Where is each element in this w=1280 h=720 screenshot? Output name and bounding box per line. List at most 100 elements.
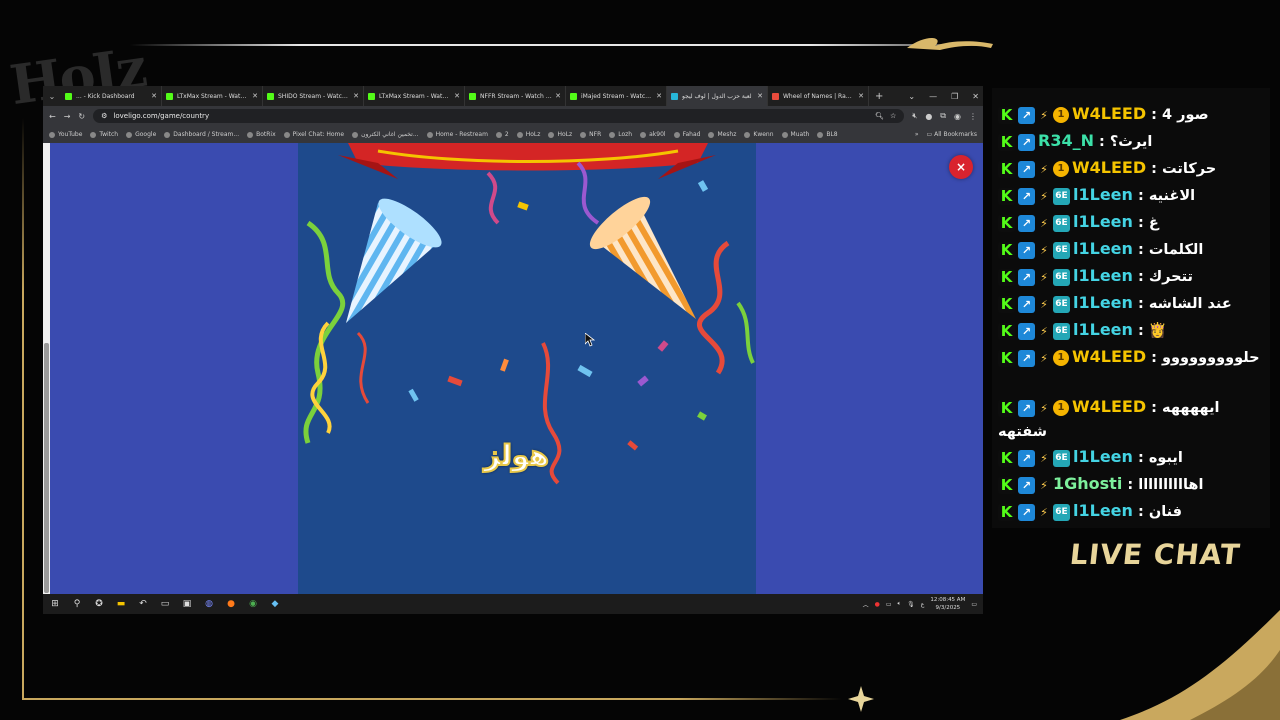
chat-username[interactable]: R34_N [1038, 131, 1094, 150]
bookmark-item[interactable]: HoLz [548, 131, 572, 138]
more-bookmarks-icon[interactable]: » [915, 131, 919, 138]
chat-text: الاغنيه [1148, 188, 1196, 204]
windows-start-icon[interactable]: ⊞ [49, 598, 61, 610]
steam-icon[interactable]: ✪ [93, 598, 105, 610]
chat-text: ايبوه [1148, 450, 1183, 466]
minimize-button[interactable]: — [929, 92, 937, 101]
bookmark-item[interactable]: Lozh [609, 131, 632, 138]
tab-close-icon[interactable]: ✕ [151, 92, 157, 100]
tab-close-icon[interactable]: ✕ [858, 92, 864, 100]
chat-username[interactable]: W4LEED [1072, 158, 1146, 177]
browser-tab[interactable]: لعبة حزب الدول | لوف ليجو ✕ [667, 86, 768, 106]
menu-icon[interactable]: ⋮ [969, 112, 977, 121]
mic-icon[interactable]: 🎙︎ [907, 601, 915, 608]
tab-close-icon[interactable]: ✕ [656, 92, 662, 100]
tab-close-icon[interactable]: ✕ [454, 92, 460, 100]
chat-username[interactable]: l1Leen [1073, 501, 1133, 520]
browser-tab[interactable]: NFFR Stream - Watch Live ✕ [465, 86, 566, 106]
bookmark-item[interactable]: Dashboard / Stream... [164, 131, 239, 138]
extensions-puzzle-icon[interactable]: ⧉ [940, 111, 946, 121]
chat-username[interactable]: l1Leen [1073, 212, 1133, 231]
chat-username[interactable]: l1Leen [1073, 185, 1133, 204]
chat-username[interactable]: l1Leen [1073, 239, 1133, 258]
system-clock[interactable]: 12:08:45 AM 9/3/2025 [930, 596, 965, 612]
zoom-icon[interactable]: 🔍︎ [875, 112, 884, 120]
chat-username[interactable]: l1Leen [1073, 447, 1133, 466]
new-tab-button[interactable]: + [875, 91, 883, 102]
chat-username[interactable]: W4LEED [1072, 104, 1146, 123]
browser-tab[interactable]: iMajed Stream - Watch Li ✕ [566, 86, 667, 106]
chat-separator: : [1132, 296, 1149, 312]
bookmark-item[interactable]: BotRix [247, 131, 276, 138]
extension-icon[interactable]: ● [925, 112, 932, 121]
volume-icon[interactable]: 🔈︎ [898, 600, 902, 608]
close-button[interactable]: × [949, 155, 973, 179]
bookmark-item[interactable]: Muath [781, 131, 809, 138]
terminal-icon[interactable]: ▭ [159, 598, 171, 610]
scrollbar-thumb[interactable] [44, 343, 49, 593]
tab-close-icon[interactable]: ✕ [252, 92, 258, 100]
back-icon[interactable]: ← [49, 112, 56, 121]
subscriber-badge-icon: ↗ [1018, 449, 1035, 467]
bookmark-item[interactable]: 2 [495, 131, 509, 138]
tab-label: NFFR Stream - Watch Live [480, 92, 553, 100]
browser-tab[interactable]: LTxMax Stream - Watch Li ✕ [364, 86, 465, 106]
bookmark-item[interactable]: تخمين اغاني الكترون... [352, 131, 419, 138]
browser-tab[interactable]: LTxMax Stream - Watch Li ✕ [162, 86, 263, 106]
tab-close-icon[interactable]: ✕ [353, 92, 359, 100]
file-explorer-icon[interactable]: ▬ [115, 598, 127, 610]
notifications-icon[interactable]: ▭ [971, 601, 977, 608]
chrome-icon[interactable]: ◉ [247, 598, 259, 610]
reload-icon[interactable]: ↻ [78, 112, 85, 121]
forward-icon[interactable]: → [64, 112, 71, 121]
chat-username[interactable]: l1Leen [1073, 266, 1133, 285]
tab-close-icon[interactable]: ✕ [555, 92, 561, 100]
bookmark-item[interactable]: Google [126, 131, 156, 138]
chat-username[interactable]: l1Leen [1073, 293, 1133, 312]
bookmark-item[interactable]: HoLz [516, 131, 540, 138]
bookmark-item[interactable]: Home - Restream [426, 131, 488, 138]
steam-client-icon[interactable]: ◆ [269, 598, 281, 610]
bookmark-favicon-icon [352, 131, 359, 138]
tab-menu-icon[interactable]: ⌄ [908, 92, 915, 101]
bookmark-item[interactable]: YouTube [49, 131, 82, 138]
firefox-icon[interactable]: ● [225, 598, 237, 610]
tray-expand-icon[interactable]: ︿ [863, 600, 869, 609]
close-window-button[interactable]: ✕ [972, 92, 979, 101]
app-icon[interactable]: ↶ [137, 598, 149, 610]
scrollbar[interactable] [43, 143, 50, 594]
bookmark-item[interactable]: Pixel Chat: Home [283, 131, 344, 138]
bookmark-item[interactable]: ak90l [640, 131, 666, 138]
chat-username[interactable]: 1Ghosti [1053, 474, 1122, 493]
chat-username[interactable]: W4LEED [1072, 347, 1146, 366]
bookmark-item[interactable]: Kwenn [744, 131, 774, 138]
bookmark-item[interactable]: Twitch [90, 131, 118, 138]
bookmark-item[interactable]: NFR [580, 131, 601, 138]
site-info-icon[interactable]: ⚙ [101, 112, 107, 120]
search-icon[interactable]: ⚲ [71, 598, 83, 610]
bookmark-item[interactable]: BL8 [817, 131, 838, 138]
bookmark-star-icon[interactable]: ☆ [890, 112, 896, 120]
all-bookmarks-button[interactable]: ▭ All Bookmarks [927, 131, 977, 138]
mute-icon[interactable]: 🔇︎ [912, 111, 917, 121]
browser-tab[interactable]: SHIDO Stream - Watch Li ✕ [263, 86, 364, 106]
tab-search-icon[interactable]: ⌄ [43, 92, 61, 101]
chat-username[interactable]: W4LEED [1072, 397, 1146, 416]
keyboard-lang[interactable]: ع [921, 601, 925, 608]
game-canvas[interactable]: هولز [298, 143, 756, 594]
tab-close-icon[interactable]: ✕ [757, 92, 763, 100]
browser-tab[interactable]: Wheel of Names | Rando ✕ [768, 86, 869, 106]
bookmark-item[interactable]: Fahad [673, 131, 700, 138]
bookmark-item[interactable]: Meshz [708, 131, 736, 138]
tray-app-icon[interactable]: ● [875, 601, 880, 608]
obs-icon[interactable]: ◍ [203, 598, 215, 610]
chat-username[interactable]: l1Leen [1073, 320, 1133, 339]
address-bar[interactable]: ⚙ loveligo.com/game/country 🔍︎ ☆ [93, 109, 905, 123]
url-text: loveligo.com/game/country [113, 112, 210, 120]
subscriber-badge-icon: ↗ [1018, 214, 1035, 232]
network-icon[interactable]: ▭ [886, 601, 892, 608]
maximize-button[interactable]: ❐ [951, 92, 958, 101]
browser-tab[interactable]: ... - Kick Dashboard ✕ [61, 86, 162, 106]
profile-avatar[interactable]: ◉ [954, 112, 961, 121]
game-app-icon[interactable]: ▣ [181, 598, 193, 610]
